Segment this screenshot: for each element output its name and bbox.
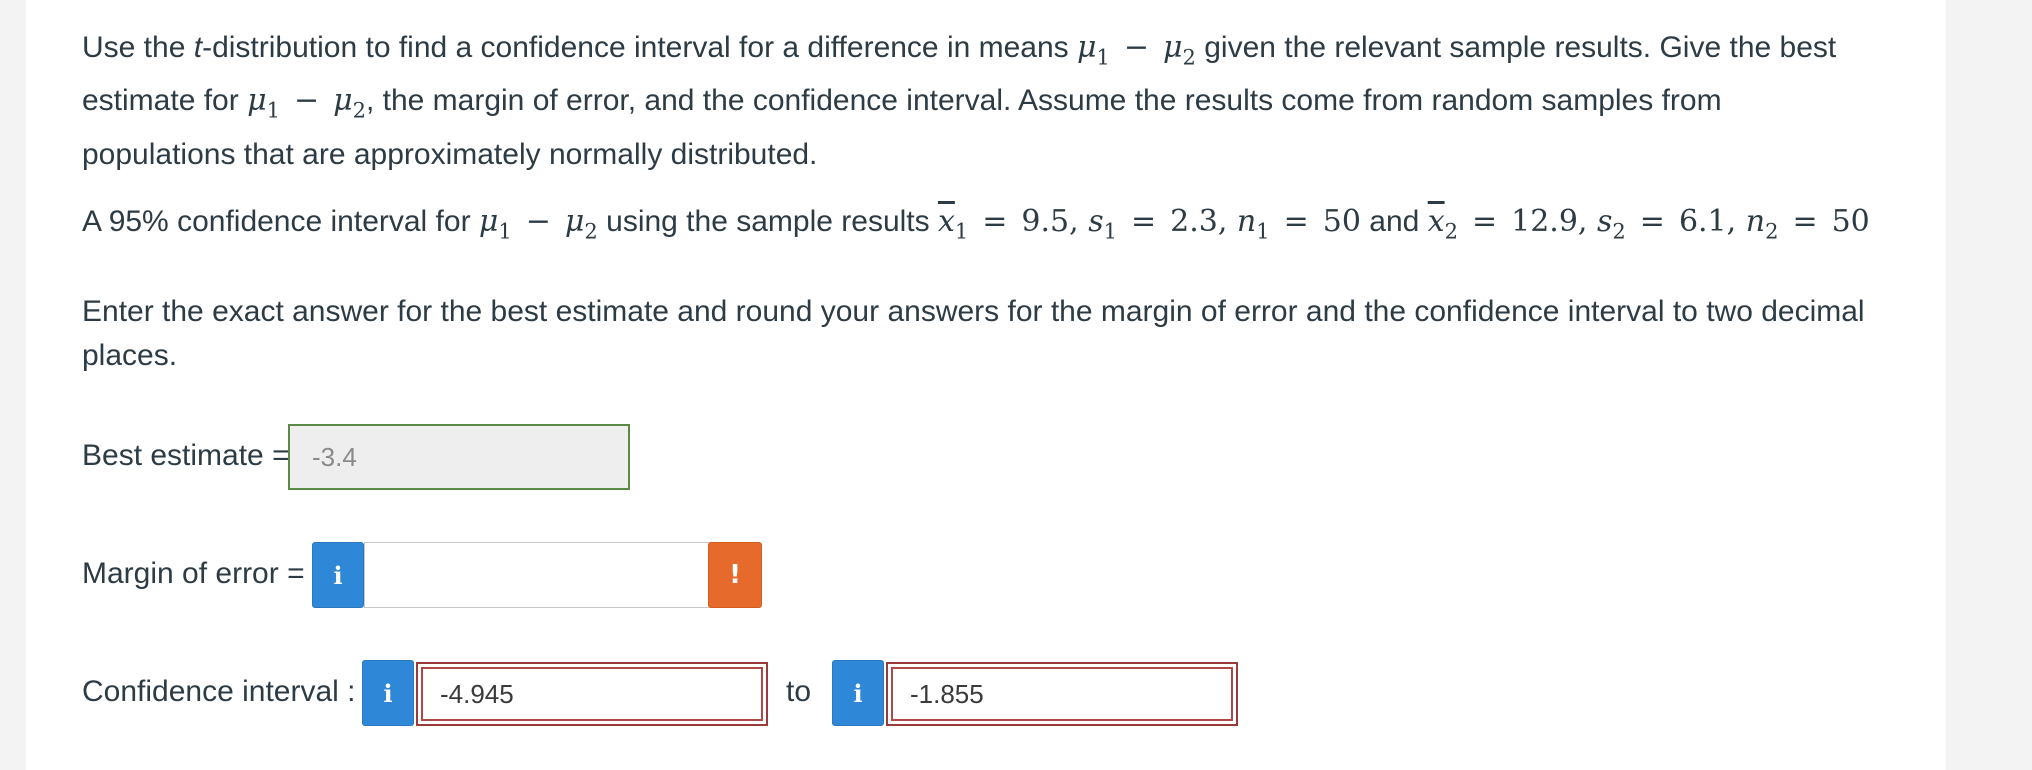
margin-of-error-label: Margin of error =	[82, 557, 305, 590]
info-icon: i	[333, 560, 343, 590]
instructions: Enter the exact answer for the best esti…	[82, 295, 1865, 372]
best-estimate-field: -3.4	[288, 424, 630, 490]
mu1-minus-mu2: μ1− μ2	[247, 83, 366, 123]
question-intro: Use the t-distribution to find a confide…	[82, 30, 1837, 171]
margin-info-button[interactable]: i	[312, 542, 364, 608]
ci-upper-info-button[interactable]: i	[832, 660, 884, 726]
margin-of-error-input[interactable]	[364, 542, 712, 608]
sample-stats-2: x2 = 12.9, s2 = 6.1, n2 = 50	[1427, 204, 1870, 244]
mu1-minus-mu2: μ1− μ2	[1077, 30, 1196, 70]
best-estimate-label: Best estimate =	[82, 439, 290, 472]
ci-lower-info-button[interactable]: i	[362, 660, 414, 726]
question-card: Use the t-distribution to find a confide…	[26, 0, 1946, 770]
info-icon: i	[383, 678, 393, 708]
mu1-minus-mu2: μ1− μ2	[478, 204, 598, 244]
margin-warning-button[interactable]: !	[708, 542, 762, 608]
ci-lower-input[interactable]: -4.945	[416, 662, 768, 726]
warning-icon: !	[729, 560, 741, 590]
info-icon: i	[853, 678, 863, 708]
ci-upper-input[interactable]: -1.855	[886, 662, 1238, 726]
question-setup: A 95% confidence interval for μ1− μ2 usin…	[82, 204, 1870, 244]
ci-to-label: to	[786, 675, 812, 708]
confidence-interval-label: Confidence interval :	[82, 675, 356, 708]
sample-stats-1: x1 = 9.5, s1 = 2.3, n1 = 50	[937, 204, 1361, 244]
